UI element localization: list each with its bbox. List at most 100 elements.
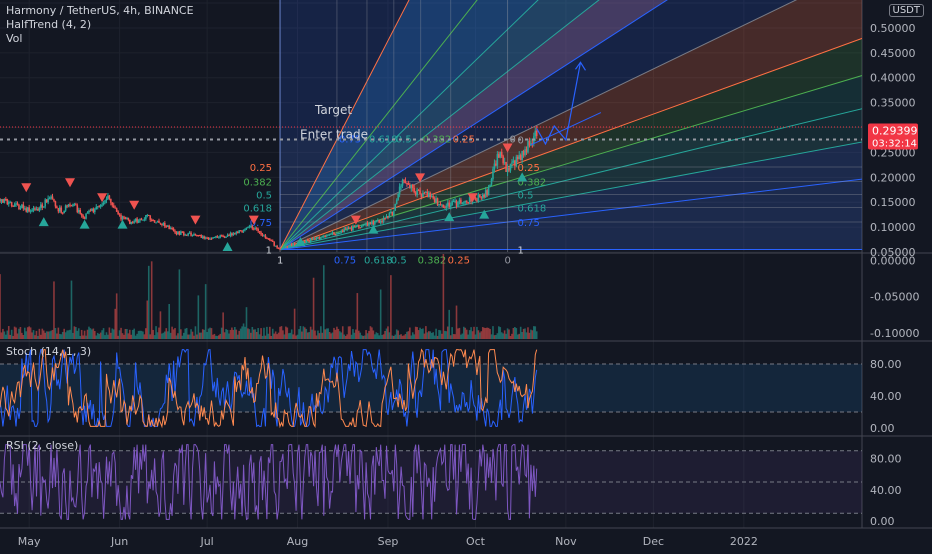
volume-bar [28, 326, 30, 339]
volume-bar [451, 327, 453, 339]
candle-body [223, 236, 226, 238]
candle-body [191, 234, 194, 236]
candle-body [139, 218, 141, 221]
candle-body [285, 246, 287, 248]
volume-bar [244, 326, 246, 339]
volume-bar [70, 280, 73, 339]
rsi-pane [0, 443, 862, 521]
candle-body [251, 225, 254, 229]
candle-body [368, 222, 370, 226]
halftrend-sell-arrow [190, 215, 201, 225]
currency-badge[interactable]: USDT [888, 4, 924, 17]
candle-body [248, 226, 251, 228]
candle-body [340, 230, 343, 233]
candle-body [427, 192, 430, 197]
candle-body [12, 205, 14, 207]
volume-bar [298, 329, 300, 339]
candle-body [13, 204, 16, 207]
volume-bar [269, 326, 271, 339]
candle-body [137, 220, 140, 223]
volume-bar [410, 335, 413, 339]
candle-body [388, 213, 391, 218]
volume-bar [136, 333, 138, 339]
candle-body [102, 202, 105, 205]
volume-bar [471, 331, 474, 339]
volume-bar [368, 330, 370, 339]
candle-body [37, 208, 39, 211]
stoch-tick-label: 40.00 [870, 390, 902, 403]
entry-label: Enter trade [300, 127, 368, 141]
candle-body [276, 245, 278, 248]
stoch-tick-label: 80.00 [870, 358, 902, 371]
halftrend-legend[interactable]: HalfTrend (4, 2) [6, 18, 194, 32]
volume-bar [73, 326, 76, 339]
candle-body [465, 200, 468, 203]
candle-body [258, 231, 261, 233]
candle-body [140, 218, 143, 221]
candle-body [131, 221, 134, 223]
candle-body [401, 180, 404, 186]
volume-bar [114, 308, 117, 339]
volume-bar [365, 330, 367, 339]
candle-body [451, 201, 453, 206]
volume-bar [426, 332, 429, 339]
volume-legend[interactable]: Vol [6, 32, 194, 46]
candle-body [411, 184, 414, 188]
volume-bar [325, 328, 328, 339]
volume-bar [2, 328, 4, 339]
volume-bar [228, 333, 230, 339]
volume-bar [528, 332, 531, 339]
volume-bar [394, 334, 397, 339]
volume-bar [468, 330, 471, 339]
chart-canvas[interactable]: 0.250.3820.50.6180.75100.250.3820.50.618… [0, 0, 932, 550]
fan-label-bottom: 1 [277, 256, 283, 267]
candle-body [363, 224, 366, 226]
volume-bar [429, 331, 432, 339]
volume-bar [372, 330, 375, 339]
candle-body [199, 235, 201, 237]
candle-body [34, 208, 36, 210]
volume-bar [89, 328, 92, 339]
volume-bar [290, 329, 293, 339]
candle-body [110, 198, 112, 203]
candle-body [15, 203, 17, 205]
candle-body [318, 236, 321, 240]
symbol-title[interactable]: Harmony / TetherUS, 4h, BINANCE [6, 4, 194, 18]
volume-bar [371, 327, 373, 339]
stoch-title[interactable]: Stoch (14, 1, 3) [6, 345, 91, 358]
volume-bar [86, 329, 89, 339]
candle-body [489, 184, 491, 188]
price-tick-label: 0.40000 [870, 72, 916, 85]
candle-body [92, 208, 95, 213]
candle-body [201, 236, 204, 238]
volume-bar [511, 333, 513, 339]
candle-body [91, 208, 93, 211]
volume-bar [479, 332, 481, 339]
candle-body [503, 162, 506, 164]
candle-body [467, 202, 469, 204]
price-tick-label: 0.50000 [870, 22, 916, 35]
candle-body [165, 226, 168, 228]
volume-bar [203, 329, 205, 339]
chart-root[interactable]: 0.25 0.382 0.5 0.618 0.75 1 0 0.25 0.382 0.5 0.618… [0, 0, 932, 550]
volume-bar [105, 332, 108, 339]
rsi-title[interactable]: RSI (2, close) [6, 439, 78, 452]
candle-body [479, 194, 481, 198]
candle-body [193, 234, 195, 236]
candle-body [477, 194, 480, 201]
volume-bar [191, 331, 194, 339]
volume-bar [333, 327, 335, 339]
candle-body [129, 219, 131, 224]
volume-bar [406, 331, 408, 339]
candle-body [441, 204, 443, 206]
volume-bar [305, 328, 308, 339]
candle-body [343, 228, 346, 232]
candle-body [2, 199, 4, 203]
volume-bar [391, 335, 394, 339]
candle-body [162, 222, 165, 225]
candle-body [169, 227, 172, 230]
candle-body [99, 205, 102, 207]
volume-bar [137, 330, 140, 339]
volume-bar [324, 329, 327, 339]
volume-bar [352, 329, 354, 339]
